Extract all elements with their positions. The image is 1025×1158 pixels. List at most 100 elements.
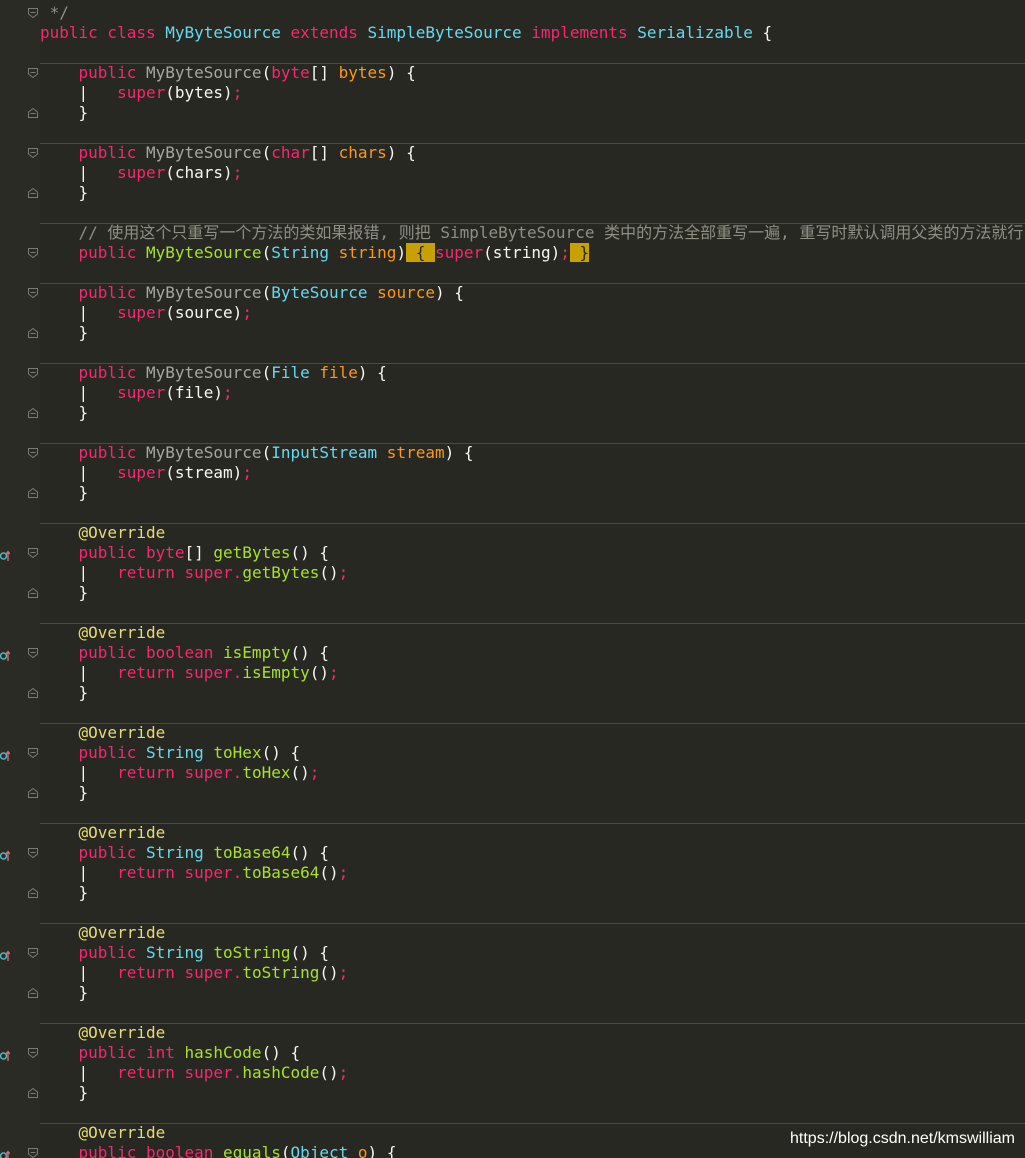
fold-marker-icon[interactable] — [27, 587, 39, 599]
code-line[interactable]: } — [40, 183, 1025, 203]
code-line[interactable] — [40, 43, 1025, 63]
code-line[interactable] — [40, 263, 1025, 283]
code-token: public — [40, 283, 146, 302]
fold-marker-icon[interactable] — [27, 787, 39, 799]
code-line[interactable]: @Override — [40, 523, 1025, 543]
code-line[interactable] — [40, 1003, 1025, 1023]
fold-marker-icon[interactable] — [27, 287, 39, 299]
code-line[interactable]: | return super.toBase64(); — [40, 863, 1025, 883]
code-line[interactable]: } — [40, 583, 1025, 603]
code-line[interactable]: public MyByteSource(ByteSource source) { — [40, 283, 1025, 303]
code-line[interactable]: */ — [40, 3, 1025, 23]
override-marker-icon[interactable] — [0, 1047, 11, 1061]
code-line[interactable] — [40, 803, 1025, 823]
code-line[interactable]: public String toString() { — [40, 943, 1025, 963]
code-line[interactable]: | return super.hashCode(); — [40, 1063, 1025, 1083]
code-line[interactable]: } — [40, 683, 1025, 703]
code-line[interactable] — [40, 503, 1025, 523]
override-marker-icon[interactable] — [0, 547, 11, 561]
fold-marker-icon[interactable] — [27, 187, 39, 199]
code-line[interactable] — [40, 203, 1025, 223]
fold-marker-icon[interactable] — [27, 7, 39, 19]
code-line[interactable]: @Override — [40, 923, 1025, 943]
override-marker-icon[interactable] — [0, 847, 11, 861]
code-line[interactable]: @Override — [40, 1023, 1025, 1043]
override-marker-icon[interactable] — [0, 947, 11, 961]
fold-marker-icon[interactable] — [27, 447, 39, 459]
code-line[interactable]: | super(stream); — [40, 463, 1025, 483]
code-line[interactable]: } — [40, 403, 1025, 423]
fold-marker-icon[interactable] — [27, 247, 39, 259]
fold-marker-icon[interactable] — [27, 407, 39, 419]
override-marker-icon[interactable] — [0, 1147, 11, 1158]
code-line[interactable]: public class MyByteSource extends Simple… — [40, 23, 1025, 43]
override-marker-icon[interactable] — [0, 647, 11, 661]
code-line[interactable]: public byte[] getBytes() { — [40, 543, 1025, 563]
code-line[interactable]: public String toBase64() { — [40, 843, 1025, 863]
code-line[interactable]: | super(source); — [40, 303, 1025, 323]
fold-marker-icon[interactable] — [27, 367, 39, 379]
code-token: { — [406, 243, 435, 262]
code-line[interactable]: public int hashCode() { — [40, 1043, 1025, 1063]
code-token: (string) — [483, 243, 561, 262]
fold-marker-icon[interactable] — [27, 487, 39, 499]
code-line[interactable]: } — [40, 883, 1025, 903]
code-token: String — [271, 243, 339, 262]
code-line[interactable]: } — [40, 1083, 1025, 1103]
code-line[interactable]: } — [40, 483, 1025, 503]
code-line[interactable]: public MyByteSource(byte[] bytes) { — [40, 63, 1025, 83]
code-line[interactable] — [40, 903, 1025, 923]
code-line[interactable]: public MyByteSource(String string) { sup… — [40, 243, 1025, 263]
code-line[interactable] — [40, 423, 1025, 443]
fold-marker-icon[interactable] — [27, 687, 39, 699]
fold-marker-icon[interactable] — [27, 1087, 39, 1099]
code-token: ; — [329, 663, 339, 682]
code-line[interactable] — [40, 1103, 1025, 1123]
code-line[interactable]: @Override — [40, 723, 1025, 743]
fold-marker-icon[interactable] — [27, 67, 39, 79]
code-line[interactable] — [40, 603, 1025, 623]
code-line[interactable]: public String toHex() { — [40, 743, 1025, 763]
code-line[interactable]: | super(bytes); — [40, 83, 1025, 103]
code-line[interactable]: public MyByteSource(char[] chars) { — [40, 143, 1025, 163]
code-line-text: public MyByteSource(byte[] bytes) { — [40, 63, 416, 83]
editor-gutter[interactable] — [0, 0, 40, 1158]
code-line[interactable]: @Override — [40, 823, 1025, 843]
code-editor[interactable]: */public class MyByteSource extends Simp… — [0, 0, 1025, 1158]
code-line[interactable]: } — [40, 103, 1025, 123]
code-line[interactable] — [40, 703, 1025, 723]
fold-marker-icon[interactable] — [27, 647, 39, 659]
code-line[interactable]: | return super.isEmpty(); — [40, 663, 1025, 683]
code-token: } — [40, 483, 89, 502]
code-line[interactable]: // 使用这个只重写一个方法的类如果报错, 则把 SimpleByteSourc… — [40, 223, 1025, 243]
fold-marker-icon[interactable] — [27, 327, 39, 339]
fold-marker-icon[interactable] — [27, 547, 39, 559]
code-line[interactable]: public MyByteSource(InputStream stream) … — [40, 443, 1025, 463]
code-line-text: public String toBase64() { — [40, 843, 329, 863]
code-line[interactable]: public MyByteSource(File file) { — [40, 363, 1025, 383]
code-line[interactable] — [40, 343, 1025, 363]
fold-marker-icon[interactable] — [27, 147, 39, 159]
code-line[interactable]: | super(file); — [40, 383, 1025, 403]
code-line[interactable] — [40, 123, 1025, 143]
fold-marker-icon[interactable] — [27, 1047, 39, 1059]
code-line[interactable]: } — [40, 323, 1025, 343]
code-line[interactable]: public boolean isEmpty() { — [40, 643, 1025, 663]
fold-marker-icon[interactable] — [27, 987, 39, 999]
code-line[interactable]: } — [40, 983, 1025, 1003]
code-line[interactable]: | super(chars); — [40, 163, 1025, 183]
code-line[interactable]: | return super.toString(); — [40, 963, 1025, 983]
fold-marker-icon[interactable] — [27, 747, 39, 759]
code-line[interactable]: | return super.toHex(); — [40, 763, 1025, 783]
fold-marker-icon[interactable] — [27, 947, 39, 959]
code-line[interactable]: @Override — [40, 623, 1025, 643]
fold-marker-icon[interactable] — [27, 847, 39, 859]
fold-marker-icon[interactable] — [27, 1147, 39, 1158]
fold-marker-icon[interactable] — [27, 107, 39, 119]
code-line[interactable]: } — [40, 783, 1025, 803]
override-marker-icon[interactable] — [0, 747, 11, 761]
code-line[interactable]: | return super.getBytes(); — [40, 563, 1025, 583]
fold-marker-icon[interactable] — [27, 887, 39, 899]
